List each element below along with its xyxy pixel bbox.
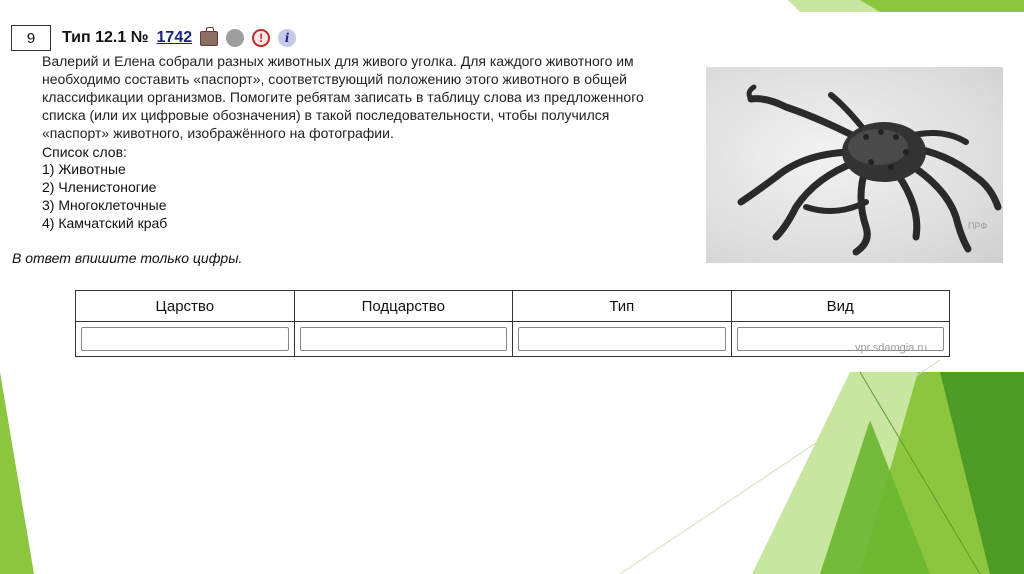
phylum-input[interactable] bbox=[518, 327, 726, 351]
task-type-label: Тип 12.1 № bbox=[62, 29, 149, 46]
crab-photo: ПРФ bbox=[706, 67, 1003, 263]
subkingdom-input[interactable] bbox=[299, 327, 507, 351]
list-item: 1) Животные bbox=[42, 161, 126, 177]
crab-image: ПРФ bbox=[737, 84, 1002, 256]
header-phylum: Тип bbox=[512, 290, 732, 322]
gray-circle-icon[interactable] bbox=[226, 29, 245, 47]
task-number: 9 bbox=[26, 29, 36, 47]
answer-table: Царство Подцарство Тип Вид bbox=[75, 290, 950, 357]
alert-icon[interactable]: ! bbox=[252, 29, 271, 47]
table-row bbox=[75, 321, 950, 357]
info-icon[interactable]: i bbox=[278, 29, 297, 47]
briefcase-icon[interactable] bbox=[200, 26, 219, 46]
task-text: Валерий и Елена собрали разных животных … bbox=[42, 53, 644, 141]
word-list: 1) Животные 2) Членистоногие 3) Многокле… bbox=[42, 160, 167, 232]
task-header: Тип 12.1 № 1742 ! i bbox=[62, 26, 297, 47]
table-header-row: Царство Подцарство Тип Вид bbox=[75, 290, 950, 322]
site-watermark: vpr.sdamgia.ru bbox=[855, 342, 928, 354]
task-number-box: 9 bbox=[11, 25, 51, 51]
list-item: 2) Членистоногие bbox=[42, 179, 157, 195]
word-list-title: Список слов: bbox=[42, 144, 127, 160]
header-kingdom: Царство bbox=[75, 290, 295, 322]
header-subkingdom: Подцарство bbox=[293, 290, 513, 322]
task-id-link[interactable]: 1742 bbox=[157, 29, 193, 47]
list-item: 4) Камчатский краб bbox=[42, 215, 168, 231]
list-item: 3) Многоклеточные bbox=[42, 197, 167, 213]
header-species: Вид bbox=[730, 290, 950, 322]
kingdom-input[interactable] bbox=[81, 327, 289, 351]
photo-watermark: ПРФ bbox=[968, 221, 987, 231]
answer-instruction: В ответ впишите только цифры. bbox=[12, 250, 243, 266]
